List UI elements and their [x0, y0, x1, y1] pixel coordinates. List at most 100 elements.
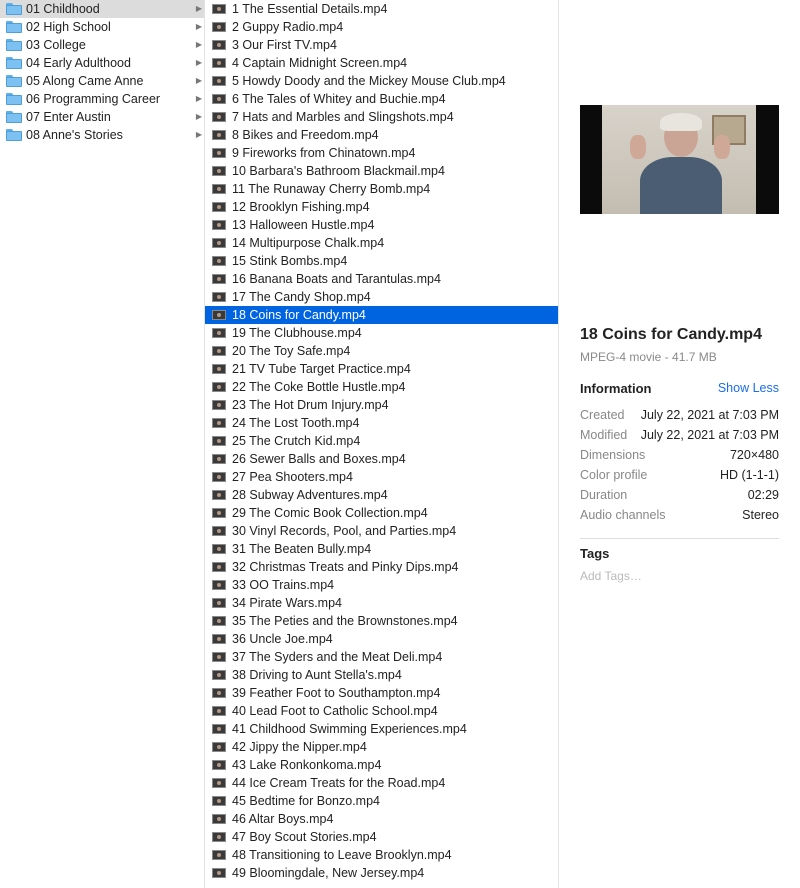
file-item[interactable]: 46 Altar Boys.mp4 — [205, 810, 558, 828]
file-label: 37 The Syders and the Meat Deli.mp4 — [232, 650, 443, 664]
video-frame — [602, 105, 756, 214]
file-label: 33 OO Trains.mp4 — [232, 578, 335, 592]
video-file-icon — [212, 166, 226, 176]
file-item[interactable]: 43 Lake Ronkonkoma.mp4 — [205, 756, 558, 774]
file-item[interactable]: 3 Our First TV.mp4 — [205, 36, 558, 54]
folder-item[interactable]: 06 Programming Career ▶ — [0, 90, 204, 108]
file-item[interactable]: 2 Guppy Radio.mp4 — [205, 18, 558, 36]
file-item[interactable]: 15 Stink Bombs.mp4 — [205, 252, 558, 270]
file-label: 28 Subway Adventures.mp4 — [232, 488, 388, 502]
video-file-icon — [212, 508, 226, 518]
video-file-icon — [212, 706, 226, 716]
file-item[interactable]: 25 The Crutch Kid.mp4 — [205, 432, 558, 450]
file-item[interactable]: 5 Howdy Doody and the Mickey Mouse Club.… — [205, 72, 558, 90]
file-item[interactable]: 12 Brooklyn Fishing.mp4 — [205, 198, 558, 216]
file-item[interactable]: 47 Boy Scout Stories.mp4 — [205, 828, 558, 846]
file-item[interactable]: 32 Christmas Treats and Pinky Dips.mp4 — [205, 558, 558, 576]
file-item[interactable]: 41 Childhood Swimming Experiences.mp4 — [205, 720, 558, 738]
divider — [580, 538, 779, 539]
file-label: 1 The Essential Details.mp4 — [232, 2, 388, 16]
person-hand-left — [630, 135, 646, 159]
folder-item[interactable]: 05 Along Came Anne ▶ — [0, 72, 204, 90]
file-item[interactable]: 21 TV Tube Target Practice.mp4 — [205, 360, 558, 378]
file-item[interactable]: 49 Bloomingdale, New Jersey.mp4 — [205, 864, 558, 882]
file-column: 1 The Essential Details.mp4 2 Guppy Radio… — [205, 0, 559, 888]
file-item[interactable]: 20 The Toy Safe.mp4 — [205, 342, 558, 360]
file-label: 24 The Lost Tooth.mp4 — [232, 416, 360, 430]
file-item[interactable]: 18 Coins for Candy.mp4 — [205, 306, 558, 324]
information-heading: Information — [580, 381, 652, 396]
file-item[interactable]: 30 Vinyl Records, Pool, and Parties.mp4 — [205, 522, 558, 540]
file-item[interactable]: 33 OO Trains.mp4 — [205, 576, 558, 594]
file-item[interactable]: 39 Feather Foot to Southampton.mp4 — [205, 684, 558, 702]
file-label: 35 The Peties and the Brownstones.mp4 — [232, 614, 458, 628]
video-file-icon — [212, 202, 226, 212]
show-less-link[interactable]: Show Less — [718, 381, 779, 395]
video-file-icon — [212, 400, 226, 410]
file-item[interactable]: 7 Hats and Marbles and Slingshots.mp4 — [205, 108, 558, 126]
file-item[interactable]: 24 The Lost Tooth.mp4 — [205, 414, 558, 432]
chevron-right-icon: ▶ — [195, 112, 202, 121]
video-file-icon — [212, 544, 226, 554]
file-item[interactable]: 35 The Peties and the Brownstones.mp4 — [205, 612, 558, 630]
file-item[interactable]: 26 Sewer Balls and Boxes.mp4 — [205, 450, 558, 468]
file-item[interactable]: 16 Banana Boats and Tarantulas.mp4 — [205, 270, 558, 288]
file-label: 22 The Coke Bottle Hustle.mp4 — [232, 380, 406, 394]
file-item[interactable]: 45 Bedtime for Bonzo.mp4 — [205, 792, 558, 810]
video-file-icon — [212, 76, 226, 86]
file-label: 46 Altar Boys.mp4 — [232, 812, 334, 826]
file-item[interactable]: 17 The Candy Shop.mp4 — [205, 288, 558, 306]
file-label: 21 TV Tube Target Practice.mp4 — [232, 362, 411, 376]
folder-icon — [6, 3, 22, 15]
folder-item[interactable]: 03 College ▶ — [0, 36, 204, 54]
file-item[interactable]: 36 Uncle Joe.mp4 — [205, 630, 558, 648]
info-row-duration: Duration 02:29 — [580, 488, 779, 502]
file-item[interactable]: 9 Fireworks from Chinatown.mp4 — [205, 144, 558, 162]
file-item[interactable]: 37 The Syders and the Meat Deli.mp4 — [205, 648, 558, 666]
folder-label: 05 Along Came Anne — [26, 74, 144, 88]
file-label: 47 Boy Scout Stories.mp4 — [232, 830, 377, 844]
folder-item[interactable]: 07 Enter Austin ▶ — [0, 108, 204, 126]
file-item[interactable]: 14 Multipurpose Chalk.mp4 — [205, 234, 558, 252]
file-item[interactable]: 22 The Coke Bottle Hustle.mp4 — [205, 378, 558, 396]
file-item[interactable]: 34 Pirate Wars.mp4 — [205, 594, 558, 612]
folder-item[interactable]: 04 Early Adulthood ▶ — [0, 54, 204, 72]
file-label: 48 Transitioning to Leave Brooklyn.mp4 — [232, 848, 452, 862]
tags-input[interactable]: Add Tags… — [580, 569, 642, 583]
folder-item[interactable]: 02 High School ▶ — [0, 18, 204, 36]
file-item[interactable]: 10 Barbara's Bathroom Blackmail.mp4 — [205, 162, 558, 180]
file-label: 12 Brooklyn Fishing.mp4 — [232, 200, 370, 214]
file-item[interactable]: 38 Driving to Aunt Stella's.mp4 — [205, 666, 558, 684]
file-item[interactable]: 13 Halloween Hustle.mp4 — [205, 216, 558, 234]
file-item[interactable]: 6 The Tales of Whitey and Buchie.mp4 — [205, 90, 558, 108]
video-file-icon — [212, 688, 226, 698]
file-label: 13 Halloween Hustle.mp4 — [232, 218, 375, 232]
file-item[interactable]: 31 The Beaten Bully.mp4 — [205, 540, 558, 558]
file-label: 42 Jippy the Nipper.mp4 — [232, 740, 367, 754]
chevron-right-icon: ▶ — [195, 58, 202, 67]
file-item[interactable]: 4 Captain Midnight Screen.mp4 — [205, 54, 558, 72]
file-item[interactable]: 29 The Comic Book Collection.mp4 — [205, 504, 558, 522]
file-item[interactable]: 8 Bikes and Freedom.mp4 — [205, 126, 558, 144]
info-row-created: Created July 22, 2021 at 7:03 PM — [580, 408, 779, 422]
file-label: 40 Lead Foot to Catholic School.mp4 — [232, 704, 438, 718]
file-item[interactable]: 48 Transitioning to Leave Brooklyn.mp4 — [205, 846, 558, 864]
video-preview[interactable] — [580, 105, 779, 214]
file-item[interactable]: 28 Subway Adventures.mp4 — [205, 486, 558, 504]
file-item[interactable]: 44 Ice Cream Treats for the Road.mp4 — [205, 774, 558, 792]
chevron-right-icon: ▶ — [195, 40, 202, 49]
file-label: 44 Ice Cream Treats for the Road.mp4 — [232, 776, 446, 790]
folder-item[interactable]: 01 Childhood ▶ — [0, 0, 204, 18]
file-item[interactable]: 42 Jippy the Nipper.mp4 — [205, 738, 558, 756]
folder-label: 03 College — [26, 38, 86, 52]
file-item[interactable]: 27 Pea Shooters.mp4 — [205, 468, 558, 486]
file-item[interactable]: 19 The Clubhouse.mp4 — [205, 324, 558, 342]
file-item[interactable]: 11 The Runaway Cherry Bomb.mp4 — [205, 180, 558, 198]
video-file-icon — [212, 814, 226, 824]
folder-item[interactable]: 08 Anne's Stories ▶ — [0, 126, 204, 144]
file-item[interactable]: 1 The Essential Details.mp4 — [205, 0, 558, 18]
folder-label: 04 Early Adulthood — [26, 56, 131, 70]
chevron-right-icon: ▶ — [195, 22, 202, 31]
file-item[interactable]: 40 Lead Foot to Catholic School.mp4 — [205, 702, 558, 720]
file-item[interactable]: 23 The Hot Drum Injury.mp4 — [205, 396, 558, 414]
